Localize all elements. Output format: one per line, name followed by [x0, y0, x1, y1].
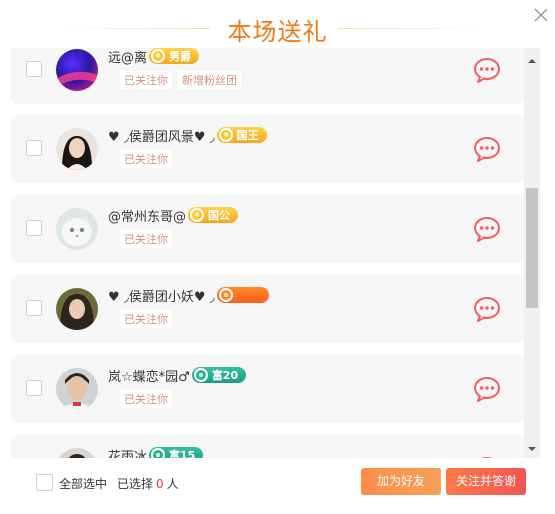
user-name[interactable]: @常州东哥@ — [108, 206, 186, 225]
coin-icon — [190, 208, 205, 222]
coin-icon — [151, 448, 166, 458]
list-item: 远@离 男爵 已关注你 新增粉丝团 — [11, 48, 524, 104]
tag-row: 已关注你 — [120, 230, 172, 248]
followed-tag: 已关注你 — [120, 310, 172, 328]
tag-row: 已关注你 — [120, 390, 172, 408]
name-row: ♥ ◞侯爵团风景♥ ◞ 国王 — [108, 125, 267, 145]
coin-icon — [218, 288, 233, 302]
avatar[interactable] — [56, 448, 98, 458]
avatar[interactable] — [56, 49, 98, 91]
scroll-up-arrow-icon[interactable] — [524, 56, 540, 66]
scrollbar-thumb[interactable] — [526, 188, 538, 308]
rank-badge: 国王 — [216, 127, 267, 143]
avatar[interactable] — [56, 288, 98, 330]
close-icon[interactable] — [532, 6, 550, 24]
user-name[interactable]: ♥ ◞侯爵团小妖♥ ◞ — [108, 286, 215, 305]
scroll-down-arrow-icon[interactable] — [524, 444, 540, 454]
user-name[interactable]: ♥ ◞侯爵团风景♥ ◞ — [108, 126, 215, 145]
row-checkbox[interactable] — [26, 220, 42, 236]
chat-bubble-icon[interactable] — [473, 296, 501, 322]
list-item: 岚☆蝶恋*园♂ 富20 已关注你 — [11, 355, 524, 423]
tag-row: 已关注你 — [120, 310, 172, 328]
selected-count-text: 已选择 0 人 — [117, 477, 179, 491]
tag-row: 已关注你 — [120, 150, 172, 168]
coin-icon — [151, 49, 166, 63]
dialog-footer: 全部选中 已选择 0 人 加为好友 关注并答谢 — [0, 458, 555, 514]
gift-sender-list[interactable]: 远@离 男爵 已关注你 新增粉丝团 ♥ ◞侯爵团风景♥ ◞ 国王 已关注你 @常… — [0, 48, 524, 458]
name-row: 岚☆蝶恋*园♂ 富20 — [108, 365, 247, 385]
followed-tag: 已关注你 — [120, 150, 172, 168]
list-item: ♥ ◞侯爵团小妖♥ ◞ 已关注你 — [11, 275, 524, 343]
name-row: 远@离 男爵 — [108, 48, 200, 66]
chat-bubble-icon[interactable] — [473, 376, 501, 402]
row-checkbox[interactable] — [26, 61, 42, 77]
name-row: ♥ ◞侯爵团小妖♥ ◞ — [108, 285, 269, 305]
name-row: 花雨冰 富15 — [108, 445, 204, 459]
row-checkbox[interactable] — [26, 380, 42, 396]
row-checkbox[interactable] — [26, 300, 42, 316]
followed-tag: 已关注你 — [120, 230, 172, 248]
follow-and-thank-button[interactable]: 关注并答谢 — [446, 468, 526, 495]
followed-tag: 已关注你 — [120, 71, 172, 89]
add-friend-button[interactable]: 加为好友 — [361, 468, 441, 495]
title-decoration-right — [338, 28, 488, 29]
select-all-checkbox[interactable] — [36, 474, 53, 491]
wealth-badge: 富15 — [149, 447, 204, 458]
user-name[interactable]: 花雨冰 — [108, 446, 147, 459]
avatar[interactable] — [56, 368, 98, 410]
rank-badge: 国公 — [188, 207, 239, 223]
dialog-title: 本场送礼 — [227, 18, 328, 46]
chat-bubble-icon[interactable] — [473, 216, 501, 242]
followed-tag: 已关注你 — [120, 390, 172, 408]
rank-badge — [216, 287, 269, 303]
wealth-badge: 富20 — [191, 367, 247, 383]
selected-count: 0 — [156, 477, 164, 491]
select-all-label[interactable]: 全部选中 — [59, 475, 107, 492]
avatar[interactable] — [56, 208, 98, 250]
chat-bubble-icon[interactable] — [473, 57, 501, 83]
vertical-scrollbar[interactable] — [524, 48, 540, 458]
user-name[interactable]: 岚☆蝶恋*园♂ — [108, 366, 190, 385]
name-row: @常州东哥@ 国公 — [108, 205, 239, 225]
tag-row: 已关注你 新增粉丝团 — [120, 71, 241, 89]
row-checkbox[interactable] — [26, 140, 42, 156]
coin-icon — [193, 368, 208, 382]
chat-bubble-icon[interactable] — [473, 136, 501, 162]
list-item: 花雨冰 富15 — [11, 435, 524, 458]
avatar[interactable] — [56, 128, 98, 170]
fan-club-tag: 新增粉丝团 — [178, 71, 241, 89]
list-item: ♥ ◞侯爵团风景♥ ◞ 国王 已关注你 — [11, 115, 524, 183]
user-name[interactable]: 远@离 — [108, 48, 147, 66]
coin-icon — [218, 128, 233, 142]
list-item: @常州东哥@ 国公 已关注你 — [11, 195, 524, 263]
rank-badge: 男爵 — [149, 48, 200, 64]
dialog-header: 本场送礼 — [0, 0, 555, 48]
